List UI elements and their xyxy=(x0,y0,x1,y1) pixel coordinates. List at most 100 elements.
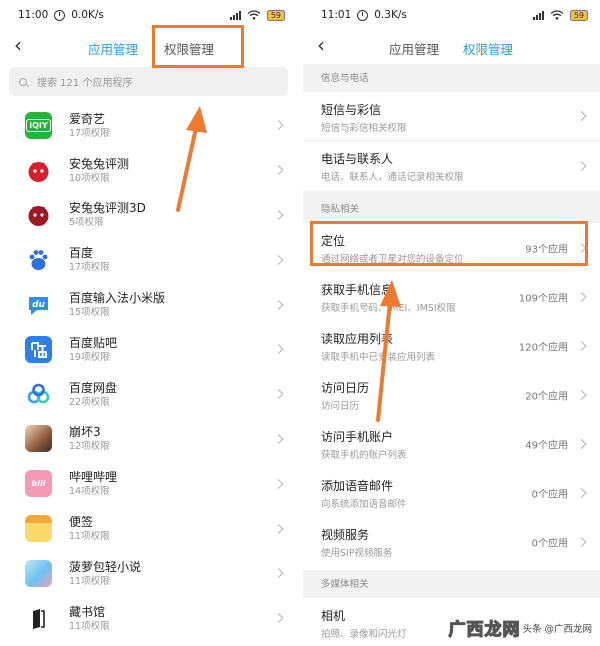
permission-desc: 获取手机的账户列表 xyxy=(321,450,407,461)
boluobao-icon xyxy=(25,559,52,587)
tieba-icon xyxy=(25,335,52,363)
search-placeholder: 搜索 121 个应用程序 xyxy=(37,78,133,89)
permission-name: 短信与彩信 xyxy=(321,103,382,117)
app-name: 百度输入法小米版 xyxy=(69,291,166,306)
section-header-privacy: 隐私相关 xyxy=(303,190,600,223)
battery-icon: 59 xyxy=(569,9,588,21)
wifi-icon xyxy=(247,10,261,20)
chevron-right-icon xyxy=(576,536,587,547)
permission-name: 视频服务 xyxy=(321,528,370,542)
chevron-right-icon xyxy=(273,523,284,534)
permission-row-calendar[interactable]: 访问日历 访问日历 20个应用 xyxy=(303,370,600,419)
permission-desc: 拍照、录像和闪光灯 xyxy=(321,629,407,640)
app-permission-count: 11项权限 xyxy=(69,620,110,632)
signal-icon xyxy=(532,10,544,20)
permission-row-accounts[interactable]: 访问手机账户 获取手机的账户列表 49个应用 xyxy=(303,419,600,468)
chevron-right-icon xyxy=(576,438,587,449)
status-time: 11:01 xyxy=(321,9,352,21)
app-permission-count: 19项权限 xyxy=(69,351,110,363)
permission-desc: 电话、联系人，通话记录相关权限 xyxy=(321,172,464,183)
permission-row-sms[interactable]: 短信与彩信 短信与彩信相关权限 xyxy=(303,92,600,141)
app-name: 安兔兔评测3D xyxy=(69,201,146,216)
permission-desc: 短信与彩信相关权限 xyxy=(321,123,407,134)
list-item[interactable]: 百度贴吧 19项权限 xyxy=(0,327,297,372)
chevron-right-icon xyxy=(576,340,587,351)
chevron-right-icon xyxy=(273,613,284,624)
permission-desc: 访问日历 xyxy=(321,401,360,412)
netdisk-icon xyxy=(25,380,52,408)
book-icon xyxy=(25,604,52,632)
app-permission-count: 17项权限 xyxy=(69,127,110,139)
network-speed: 0.0K/s xyxy=(71,9,104,21)
search-icon xyxy=(19,77,27,86)
list-item[interactable]: du 百度输入法小米版 15项权限 xyxy=(0,282,297,327)
bilibili-icon: bili xyxy=(25,470,52,498)
list-item[interactable]: 安兔兔评测3D 5项权限 xyxy=(0,193,297,238)
permission-row-video-service[interactable]: 视频服务 使用SIP视频服务 0个应用 xyxy=(303,517,600,566)
antutu-icon xyxy=(25,156,52,184)
app-name: 安兔兔评测 xyxy=(69,156,130,171)
back-arrow-icon[interactable]: ‹ xyxy=(317,34,325,56)
list-item[interactable]: 菠萝包轻小说 11项权限 xyxy=(0,551,297,596)
permission-app-count: 0个应用 xyxy=(531,538,568,549)
app-list: iQIY 爱奇艺 17项权限 安兔兔评测 10项权限 安兔兔评测3D 5项权限 百度 1… xyxy=(0,103,297,641)
permission-name: 定位 xyxy=(321,234,346,248)
svg-text:du: du xyxy=(32,300,45,310)
tab-permission-management[interactable]: 权限管理 xyxy=(463,39,513,58)
app-permission-count: 17项权限 xyxy=(69,262,110,274)
app-name: 藏书馆 xyxy=(69,604,106,619)
app-name: 哔哩哔哩 xyxy=(69,470,118,485)
permission-management-screen: 11:01 0.3K/s 59 ‹ 应用管理 权限管理 信息与电话 短信与彩信 … xyxy=(303,0,600,646)
permission-app-count: 109个应用 xyxy=(518,293,568,304)
chevron-right-icon xyxy=(273,344,284,355)
permission-app-count: 20个应用 xyxy=(525,391,568,402)
chevron-right-icon xyxy=(576,111,587,121)
permission-app-count: 0个应用 xyxy=(531,489,568,500)
list-item[interactable]: 藏书馆 11项权限 xyxy=(0,596,297,641)
chevron-right-icon xyxy=(273,299,284,310)
antutu-3d-icon xyxy=(25,201,52,229)
permission-row-app-list[interactable]: 读取应用列表 读取手机中已安装应用列表 120个应用 xyxy=(303,321,600,370)
permission-row-voicemail[interactable]: 添加语音邮件 向系统添加语音邮件 0个应用 xyxy=(303,468,600,517)
list-item[interactable]: iQIY 爱奇艺 17项权限 xyxy=(0,103,297,148)
honkai-icon xyxy=(25,425,52,453)
app-permission-count: 22项权限 xyxy=(69,396,110,408)
tab-permission-management[interactable]: 权限管理 xyxy=(164,39,214,58)
permission-desc: 向系统添加语音邮件 xyxy=(321,499,407,510)
permission-row-location[interactable]: 定位 通过网络或者卫星对您的设备定位 93个应用 xyxy=(303,223,600,272)
alarm-icon xyxy=(357,9,369,21)
app-name: 爱奇艺 xyxy=(69,111,106,126)
list-item[interactable]: 百度 17项权限 xyxy=(0,237,297,282)
nav-bar: ‹ 应用管理 权限管理 xyxy=(0,30,297,62)
search-input[interactable]: 搜索 121 个应用程序 xyxy=(9,67,288,96)
list-item[interactable]: 安兔兔评测 10项权限 xyxy=(0,148,297,193)
chevron-right-icon xyxy=(273,254,284,265)
app-name: 百度 xyxy=(69,246,94,261)
permission-name: 读取应用列表 xyxy=(321,332,394,346)
list-item[interactable]: 便签 11项权限 xyxy=(0,506,297,551)
app-name: 百度网盘 xyxy=(69,380,118,395)
permission-row-phone-contacts[interactable]: 电话与联系人 电话、联系人，通话记录相关权限 xyxy=(303,141,600,190)
chevron-right-icon xyxy=(273,210,284,220)
app-permission-count: 12项权限 xyxy=(69,441,110,453)
iqiyi-icon: iQIY xyxy=(25,111,52,139)
chevron-right-icon xyxy=(576,242,587,253)
back-arrow-icon[interactable]: ‹ xyxy=(14,34,22,56)
status-bar: 11:00 0.0K/s 59 xyxy=(0,0,297,30)
permission-name: 电话与联系人 xyxy=(321,152,394,166)
signal-icon xyxy=(229,10,241,20)
list-item[interactable]: bili 哔哩哔哩 14项权限 xyxy=(0,461,297,506)
chevron-right-icon xyxy=(273,120,284,131)
permission-app-count: 120个应用 xyxy=(518,342,568,353)
permission-row-phone-info[interactable]: 获取手机信息 获取手机号码、IMEI、IMSI权限 109个应用 xyxy=(303,272,600,321)
list-item[interactable]: 崩坏3 12项权限 xyxy=(0,417,297,462)
status-time: 11:00 xyxy=(18,9,49,21)
app-name: 菠萝包轻小说 xyxy=(69,559,142,574)
tab-app-management[interactable]: 应用管理 xyxy=(88,39,138,58)
section-header-multimedia: 多媒体相关 xyxy=(303,570,600,598)
tab-app-management[interactable]: 应用管理 xyxy=(389,39,439,58)
chevron-right-icon xyxy=(576,291,587,302)
wifi-icon xyxy=(550,10,564,20)
list-item[interactable]: 百度网盘 22项权限 xyxy=(0,372,297,417)
section-header-info-phone: 信息与电话 xyxy=(303,64,600,92)
